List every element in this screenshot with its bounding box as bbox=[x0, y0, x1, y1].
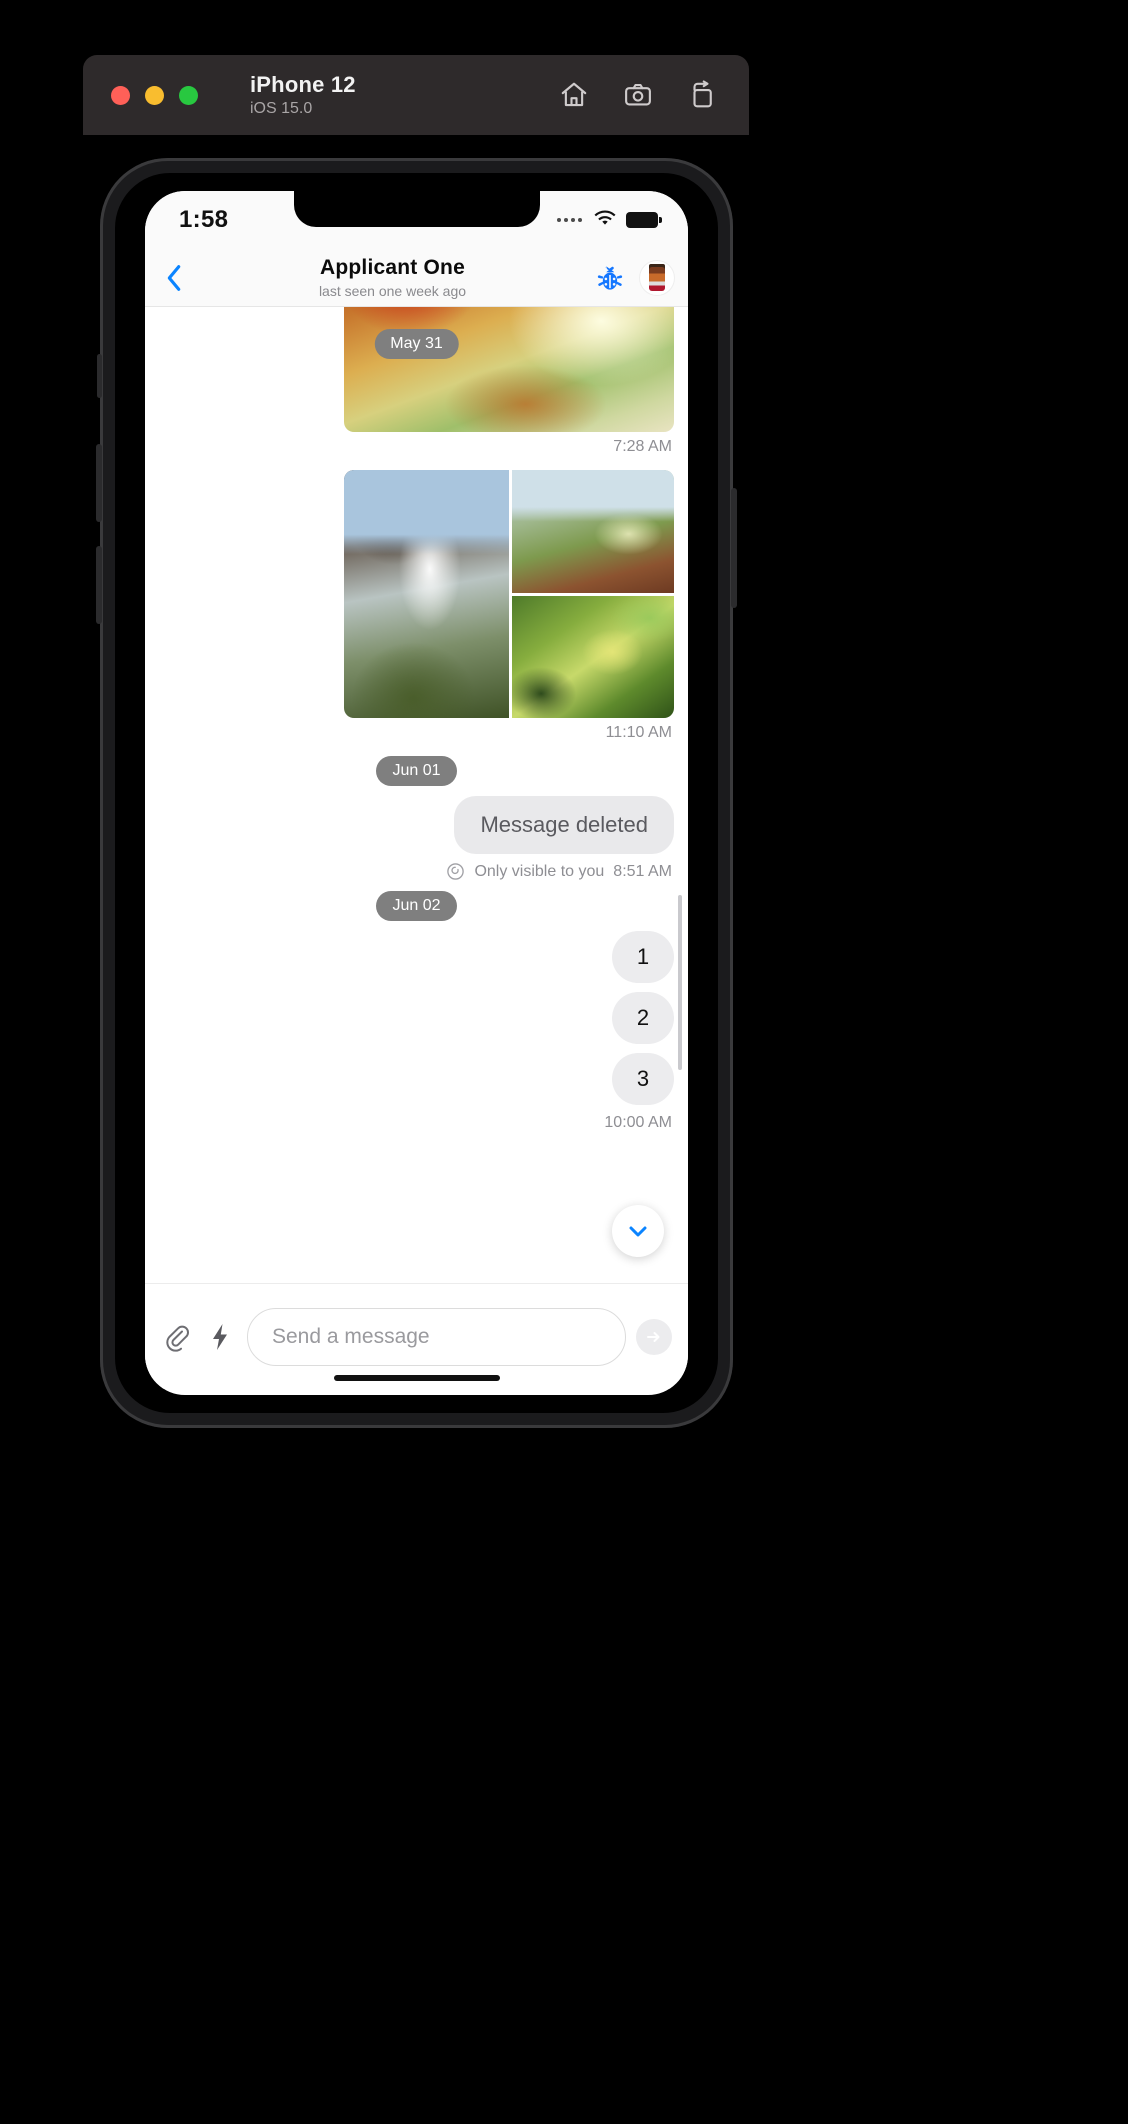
avatar-shape-body bbox=[649, 266, 665, 291]
date-chip-3-wrap: Jun 02 bbox=[159, 891, 674, 921]
volume-down-button[interactable] bbox=[96, 546, 102, 624]
iphone-device-frame: 1:58 Applicant One last seen one week ag… bbox=[96, 158, 737, 1428]
date-chip: Jun 02 bbox=[376, 891, 457, 921]
status-time: 1:58 bbox=[179, 206, 229, 233]
visibility-note: Only visible to you bbox=[474, 862, 605, 880]
message-input[interactable] bbox=[247, 1307, 626, 1366]
date-chip-2-wrap: Jun 01 bbox=[159, 756, 674, 786]
wifi-icon bbox=[593, 209, 617, 232]
power-button[interactable] bbox=[731, 488, 737, 608]
message-row-deleted: Message deleted bbox=[159, 796, 674, 854]
chat-title-block[interactable]: Applicant One last seen one week ago bbox=[191, 256, 594, 299]
phone-bezel: 1:58 Applicant One last seen one week ag… bbox=[115, 173, 718, 1413]
message-timestamp: 10:00 AM bbox=[604, 1114, 672, 1131]
photo-leaves[interactable] bbox=[512, 595, 674, 718]
bug-icon[interactable] bbox=[594, 262, 626, 294]
simulator-actions bbox=[559, 80, 717, 110]
photo-autumn-path bbox=[344, 307, 674, 432]
message-timestamp: 8:51 AM bbox=[613, 862, 672, 880]
message-timestamp: 11:10 AM bbox=[605, 724, 672, 741]
scroll-to-bottom-button[interactable] bbox=[612, 1205, 664, 1257]
screenshot-icon[interactable] bbox=[623, 80, 653, 110]
lightning-icon[interactable] bbox=[203, 1320, 237, 1354]
contact-status: last seen one week ago bbox=[318, 283, 467, 299]
photo-waterfall[interactable] bbox=[344, 470, 510, 718]
message-timestamp: 7:28 AM bbox=[613, 438, 672, 455]
volume-up-button[interactable] bbox=[96, 444, 102, 522]
maximize-button[interactable] bbox=[179, 85, 198, 105]
eye-icon bbox=[446, 862, 465, 881]
contact-name: Applicant One bbox=[320, 256, 465, 279]
mute-switch[interactable] bbox=[97, 354, 102, 398]
battery-icon bbox=[626, 212, 662, 228]
message-composer bbox=[145, 1283, 688, 1389]
scrollbar-thumb[interactable] bbox=[678, 895, 682, 1070]
paperclip-icon[interactable] bbox=[159, 1320, 193, 1354]
deleted-message-meta: Only visible to you 8:51 AM bbox=[159, 862, 672, 881]
message-bubble-3[interactable]: 3 bbox=[612, 1053, 674, 1105]
simulator-stage: iPhone 12 iOS 15.0 1:58 Applicant One la… bbox=[0, 0, 1128, 2124]
minimize-button[interactable] bbox=[145, 85, 164, 105]
chat-header-actions bbox=[594, 260, 674, 295]
date-chip-1-wrap: May 31 bbox=[374, 329, 459, 359]
send-button[interactable] bbox=[636, 1318, 672, 1355]
message-list[interactable]: May 31 7:28 AM 11:10 AM Jun 01 Message d… bbox=[145, 307, 688, 1283]
message-row-photo bbox=[159, 307, 674, 432]
simulator-toolbar: iPhone 12 iOS 15.0 bbox=[83, 55, 749, 135]
rotate-icon[interactable] bbox=[687, 80, 717, 110]
photo-attachment[interactable] bbox=[344, 307, 674, 432]
deleted-message-bubble[interactable]: Message deleted bbox=[454, 796, 674, 854]
window-traffic-lights bbox=[111, 85, 198, 105]
home-icon[interactable] bbox=[559, 80, 589, 110]
message-bubble-1[interactable]: 1 bbox=[612, 931, 674, 983]
back-button[interactable] bbox=[153, 257, 195, 299]
signal-dots-icon bbox=[557, 218, 582, 222]
message-row-photo-grid bbox=[159, 470, 674, 718]
date-chip: May 31 bbox=[374, 329, 459, 359]
status-indicators bbox=[557, 209, 662, 232]
chat-header: Applicant One last seen one week ago bbox=[145, 249, 688, 307]
message-bubble-2[interactable]: 2 bbox=[612, 992, 674, 1044]
simulator-titles: iPhone 12 iOS 15.0 bbox=[250, 72, 356, 118]
device-title: iPhone 12 bbox=[250, 72, 356, 97]
close-button[interactable] bbox=[111, 85, 130, 105]
home-indicator[interactable] bbox=[333, 1375, 500, 1381]
phone-screen: 1:58 Applicant One last seen one week ag… bbox=[145, 191, 688, 1395]
notch bbox=[293, 191, 540, 227]
date-chip: Jun 01 bbox=[376, 756, 457, 786]
photo-album-attachment[interactable] bbox=[344, 470, 674, 718]
device-os-version: iOS 15.0 bbox=[250, 100, 313, 117]
avatar[interactable] bbox=[640, 260, 674, 295]
photo-dune[interactable] bbox=[512, 470, 674, 593]
